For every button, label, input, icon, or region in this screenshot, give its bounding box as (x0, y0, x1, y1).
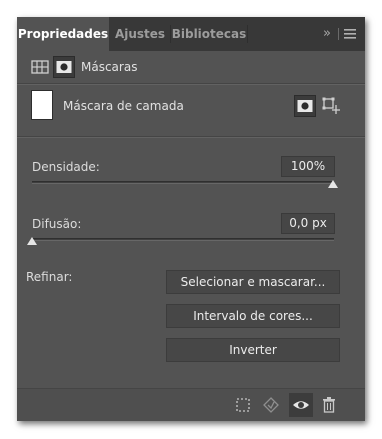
tab-propriedades[interactable]: Propriedades (17, 17, 109, 51)
density-slider-handle[interactable] (328, 180, 338, 188)
tab-divider (338, 28, 339, 40)
invert-button[interactable]: Inverter (166, 338, 340, 362)
color-range-button[interactable]: Intervalo de cores... (166, 304, 340, 328)
density-label: Densidade: (32, 160, 100, 174)
select-and-mask-button[interactable]: Selecionar e mascarar... (166, 270, 340, 294)
feather-slider-handle[interactable] (27, 237, 37, 245)
visibility-eye-icon[interactable] (292, 396, 310, 414)
refine-label: Refinar: (26, 270, 73, 284)
apply-mask-icon[interactable] (262, 396, 280, 414)
density-slider-track[interactable] (32, 181, 334, 184)
layer-mask-label: Máscara de camada (63, 99, 184, 113)
collapse-panel-icon[interactable]: » (323, 26, 331, 41)
feather-label: Difusão: (32, 217, 82, 231)
vector-mask-icon[interactable] (55, 58, 73, 76)
divider (17, 137, 365, 138)
add-vector-mask-icon[interactable] (322, 97, 340, 115)
load-selection-icon[interactable] (234, 396, 252, 414)
add-pixel-mask-icon[interactable] (296, 97, 314, 115)
pixel-mask-icon[interactable] (31, 58, 49, 76)
feather-field[interactable]: 0,0 px (281, 213, 335, 234)
divider (17, 84, 365, 85)
panel-tabbar: Propriedades Ajustes Bibliotecas » (17, 17, 365, 51)
properties-panel: Propriedades Ajustes Bibliotecas » Másca… (17, 17, 365, 421)
menu-icon[interactable] (344, 29, 356, 39)
density-field[interactable]: 100% (281, 156, 335, 177)
masks-title: Máscaras (81, 60, 138, 74)
tab-ajustes[interactable]: Ajustes (110, 17, 170, 51)
feather-slider-track[interactable] (32, 238, 334, 241)
tab-bibliotecas[interactable]: Bibliotecas (171, 17, 247, 51)
layer-mask-thumbnail[interactable] (31, 90, 53, 120)
trash-icon[interactable] (320, 396, 338, 414)
tab-divider (247, 25, 248, 43)
panel-bottom-bar (17, 388, 365, 421)
